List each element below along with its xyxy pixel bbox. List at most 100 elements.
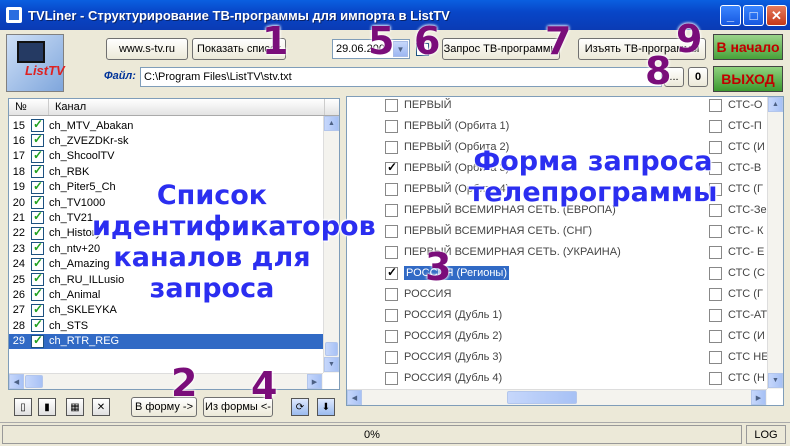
grid-icon-button[interactable]: ▦ bbox=[66, 398, 84, 416]
row-checkbox[interactable] bbox=[31, 302, 44, 317]
channel-checkbox[interactable] bbox=[385, 160, 398, 175]
channel-checkbox[interactable] bbox=[385, 308, 398, 322]
channel-id: ch_RBK bbox=[49, 165, 90, 178]
row-checkbox[interactable] bbox=[31, 163, 44, 179]
list-item[interactable]: СТС (С bbox=[709, 263, 765, 283]
paste-icon-button[interactable]: ▮ bbox=[38, 398, 56, 416]
status-bar: 0% LOG bbox=[0, 422, 790, 446]
channel-checkbox[interactable] bbox=[709, 98, 722, 112]
table-row[interactable]: 15 ch_MTV_Abakan bbox=[9, 117, 323, 133]
table-row[interactable]: 29 ch_RTR_REG bbox=[9, 333, 323, 349]
row-checkbox[interactable] bbox=[31, 240, 44, 256]
list-item[interactable]: СТС- Е bbox=[709, 242, 764, 262]
chevron-down-icon[interactable]: ▼ bbox=[393, 41, 408, 57]
table-row[interactable]: 27 ch_SKLEYKA bbox=[9, 302, 323, 318]
list-item[interactable]: ПЕРВЫЙ (Орбита 1) bbox=[385, 116, 509, 136]
list-item[interactable]: ПЕРВЫЙ ВСЕМИРНАЯ СЕТЬ. (СНГ) bbox=[385, 221, 592, 241]
form-vscroll[interactable]: ▲ ▼ bbox=[767, 97, 783, 389]
row-checkbox[interactable] bbox=[31, 317, 44, 333]
channel-checkbox[interactable] bbox=[385, 350, 398, 364]
channel-checkbox[interactable] bbox=[385, 182, 398, 196]
site-link-button[interactable]: www.s-tv.ru bbox=[106, 38, 188, 60]
column-header-channel[interactable]: Канал bbox=[49, 99, 325, 115]
channel-checkbox[interactable] bbox=[709, 245, 722, 259]
scroll-up-icon[interactable]: ▲ bbox=[324, 116, 339, 131]
scroll-right-icon[interactable]: ▶ bbox=[307, 374, 322, 389]
row-checkbox[interactable] bbox=[31, 194, 44, 209]
list-item[interactable]: ПЕРВЫЙ bbox=[385, 97, 452, 115]
zero-button[interactable]: 0 bbox=[688, 67, 708, 87]
channel-checkbox[interactable] bbox=[385, 329, 398, 343]
scroll-left-icon[interactable]: ◀ bbox=[9, 374, 24, 389]
row-checkbox[interactable] bbox=[31, 179, 44, 194]
maximize-button[interactable]: □ bbox=[743, 5, 764, 26]
form-hscroll[interactable]: ◀ ▶ bbox=[347, 389, 767, 405]
request-tv-program-button[interactable]: Запрос ТВ-программы bbox=[442, 38, 560, 60]
channel-checkbox[interactable] bbox=[385, 203, 398, 217]
close-button[interactable]: ✕ bbox=[766, 5, 787, 26]
list-item[interactable]: РОССИЯ (Дубль 2) bbox=[385, 326, 502, 346]
table-row[interactable]: 16 ch_ZVEZDKr-sk bbox=[9, 132, 323, 148]
list-item[interactable]: СТС-О bbox=[709, 97, 762, 115]
column-header-number[interactable]: № bbox=[9, 99, 49, 115]
log-label[interactable]: LOG bbox=[746, 425, 786, 444]
list-item[interactable]: СТС (Г bbox=[709, 284, 763, 304]
list-item[interactable]: СТС-П bbox=[709, 116, 762, 136]
scroll-right-icon[interactable]: ▶ bbox=[751, 390, 766, 405]
row-checkbox[interactable] bbox=[31, 286, 44, 302]
channel-checkbox[interactable] bbox=[709, 350, 722, 364]
list-item[interactable]: РОССИЯ (Дубль 1) bbox=[385, 305, 502, 325]
channel-checkbox[interactable] bbox=[709, 119, 722, 133]
list-item[interactable]: ПЕРВЫЙ ВСЕМИРНАЯ СЕТЬ. (УКРАИНА) bbox=[385, 242, 621, 262]
channel-checkbox[interactable] bbox=[385, 287, 398, 301]
scroll-down-icon[interactable]: ▼ bbox=[324, 357, 339, 372]
channel-checkbox[interactable] bbox=[385, 245, 398, 259]
title-bar[interactable]: TVLiner - Структурирование ТВ-программы … bbox=[0, 0, 790, 30]
channel-checkbox[interactable] bbox=[385, 140, 398, 154]
list-item[interactable]: РОССИЯ (Дубль 4) bbox=[385, 368, 502, 388]
file-path-input[interactable]: C:\Program Files\ListTV\stv.txt bbox=[140, 67, 662, 87]
copy-icon-button[interactable]: ▯ bbox=[14, 398, 32, 416]
row-checkbox[interactable] bbox=[31, 271, 44, 286]
list-item[interactable]: СТС НЕ bbox=[709, 347, 769, 367]
channel-checkbox[interactable] bbox=[709, 224, 722, 238]
channel-checkbox[interactable] bbox=[709, 287, 722, 301]
row-checkbox[interactable] bbox=[31, 225, 44, 240]
list-item[interactable]: СТС- К bbox=[709, 221, 763, 241]
channel-checkbox[interactable] bbox=[385, 224, 398, 238]
scroll-down-icon[interactable]: ▼ bbox=[768, 373, 783, 388]
channel-checkbox[interactable] bbox=[709, 308, 722, 322]
channel-checkbox[interactable] bbox=[385, 371, 398, 385]
row-checkbox[interactable] bbox=[31, 132, 44, 148]
list-item[interactable]: СТС (И bbox=[709, 326, 765, 346]
hscroll-thumb[interactable] bbox=[25, 375, 43, 388]
list-item[interactable]: СТС-АТ bbox=[709, 305, 767, 325]
channel-checkbox[interactable] bbox=[709, 329, 722, 343]
channel-checkbox[interactable] bbox=[709, 371, 722, 385]
channel-checkbox[interactable] bbox=[385, 265, 398, 280]
list-item[interactable]: РОССИЯ (Дубль 3) bbox=[385, 347, 502, 367]
channel-checkbox[interactable] bbox=[385, 98, 398, 112]
exit-button[interactable]: ВЫХОД bbox=[713, 66, 783, 92]
start-button[interactable]: В начало bbox=[713, 34, 783, 60]
table-row[interactable]: 28 ch_STS bbox=[9, 317, 323, 333]
scroll-left-icon[interactable]: ◀ bbox=[347, 390, 362, 405]
row-checkbox[interactable] bbox=[31, 256, 44, 271]
row-checkbox[interactable] bbox=[31, 117, 44, 132]
table-row[interactable]: 17 ch_ShcoolTV bbox=[9, 148, 323, 164]
list-item[interactable]: СТС (Н bbox=[709, 368, 765, 388]
refresh-icon-button[interactable]: ⟳ bbox=[291, 398, 309, 416]
minimize-button[interactable]: _ bbox=[720, 5, 741, 26]
row-checkbox[interactable] bbox=[31, 148, 44, 163]
scroll-up-icon[interactable]: ▲ bbox=[768, 97, 783, 112]
channel-checkbox[interactable] bbox=[709, 266, 722, 280]
hscroll-thumb[interactable] bbox=[507, 391, 577, 404]
tv-request-form[interactable]: ПЕРВЫЙ СТС-О ПЕРВЫЙ (Орбита 1) СТС-П ПЕРВЫЙ … bbox=[346, 96, 784, 406]
row-checkbox[interactable] bbox=[31, 333, 44, 348]
scroll-thumb[interactable] bbox=[325, 342, 338, 356]
delete-icon-button[interactable]: ✕ bbox=[92, 398, 110, 416]
table-row[interactable]: 18 ch_RBK bbox=[9, 163, 323, 179]
row-checkbox[interactable] bbox=[31, 209, 44, 225]
channel-checkbox[interactable] bbox=[385, 119, 398, 133]
download-icon-button[interactable]: ⬇ bbox=[317, 398, 335, 416]
